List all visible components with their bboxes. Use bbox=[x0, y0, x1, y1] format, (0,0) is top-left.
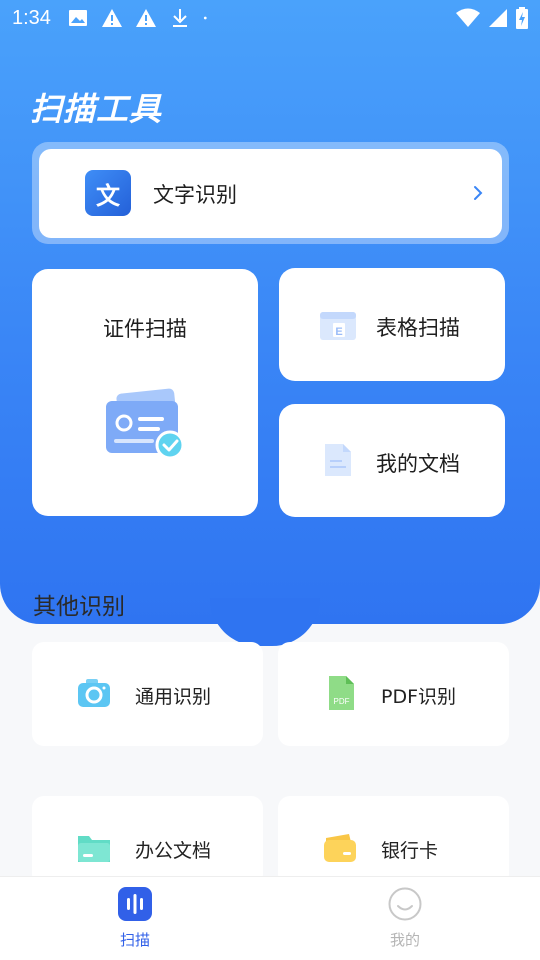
id-card-icon bbox=[106, 388, 185, 460]
camera-icon bbox=[78, 679, 110, 707]
other-recognition-title: 其他识别 bbox=[33, 594, 125, 620]
wifi-icon bbox=[456, 8, 480, 27]
status-time: 1:34 bbox=[12, 6, 51, 29]
smile-face-icon bbox=[388, 887, 422, 921]
pdf-file-icon: PDF bbox=[329, 676, 354, 710]
dot-icon bbox=[203, 16, 207, 20]
pdf-recognition-card[interactable]: PDF PDF识别 bbox=[278, 642, 509, 746]
image-icon bbox=[68, 10, 87, 26]
table-scan-label: 表格扫描 bbox=[376, 316, 460, 340]
table-scan-card[interactable]: E 表格扫描 bbox=[279, 268, 505, 381]
header-notch bbox=[210, 598, 320, 646]
tab-scan-label: 扫描 bbox=[119, 931, 150, 949]
download-icon bbox=[172, 9, 187, 27]
status-bar: 1:34 bbox=[0, 0, 540, 36]
signal-icon bbox=[489, 9, 507, 27]
battery-icon bbox=[516, 7, 528, 29]
office-documents-label: 办公文档 bbox=[135, 840, 212, 862]
my-documents-label: 我的文档 bbox=[376, 452, 460, 476]
pdf-recognition-label: PDF识别 bbox=[381, 686, 457, 708]
document-icon bbox=[325, 444, 351, 476]
scan-tab-icon bbox=[118, 887, 152, 921]
folder-icon bbox=[78, 836, 110, 862]
bottom-tab-bar: 扫描 我的 bbox=[0, 876, 540, 960]
my-documents-card[interactable]: 我的文档 bbox=[279, 404, 505, 517]
chevron-right-icon bbox=[474, 186, 483, 200]
page-title: 扫描工具 bbox=[30, 90, 163, 128]
warning-icon bbox=[101, 9, 122, 27]
id-scan-label: 证件扫描 bbox=[103, 317, 187, 341]
wallet-icon bbox=[324, 834, 356, 862]
svg-text:E: E bbox=[335, 326, 342, 338]
text-recognition-label: 文字识别 bbox=[153, 183, 237, 207]
tab-mine-label: 我的 bbox=[389, 931, 420, 949]
bank-card-card[interactable]: 银行卡 bbox=[278, 796, 509, 886]
text-recognition-card[interactable]: 文 文字识别 bbox=[39, 149, 502, 238]
tab-mine[interactable]: 我的 bbox=[365, 887, 445, 950]
warning-icon bbox=[135, 9, 156, 27]
tab-scan[interactable]: 扫描 bbox=[95, 887, 175, 950]
general-recognition-label: 通用识别 bbox=[135, 686, 212, 708]
table-icon: E bbox=[320, 312, 356, 340]
svg-text:PDF: PDF bbox=[334, 697, 350, 706]
office-documents-card[interactable]: 办公文档 bbox=[32, 796, 263, 886]
id-scan-card[interactable]: 证件扫描 bbox=[32, 269, 258, 516]
text-recognition-icon: 文 bbox=[85, 170, 131, 216]
general-recognition-card[interactable]: 通用识别 bbox=[32, 642, 263, 746]
bank-card-label: 银行卡 bbox=[381, 840, 439, 862]
